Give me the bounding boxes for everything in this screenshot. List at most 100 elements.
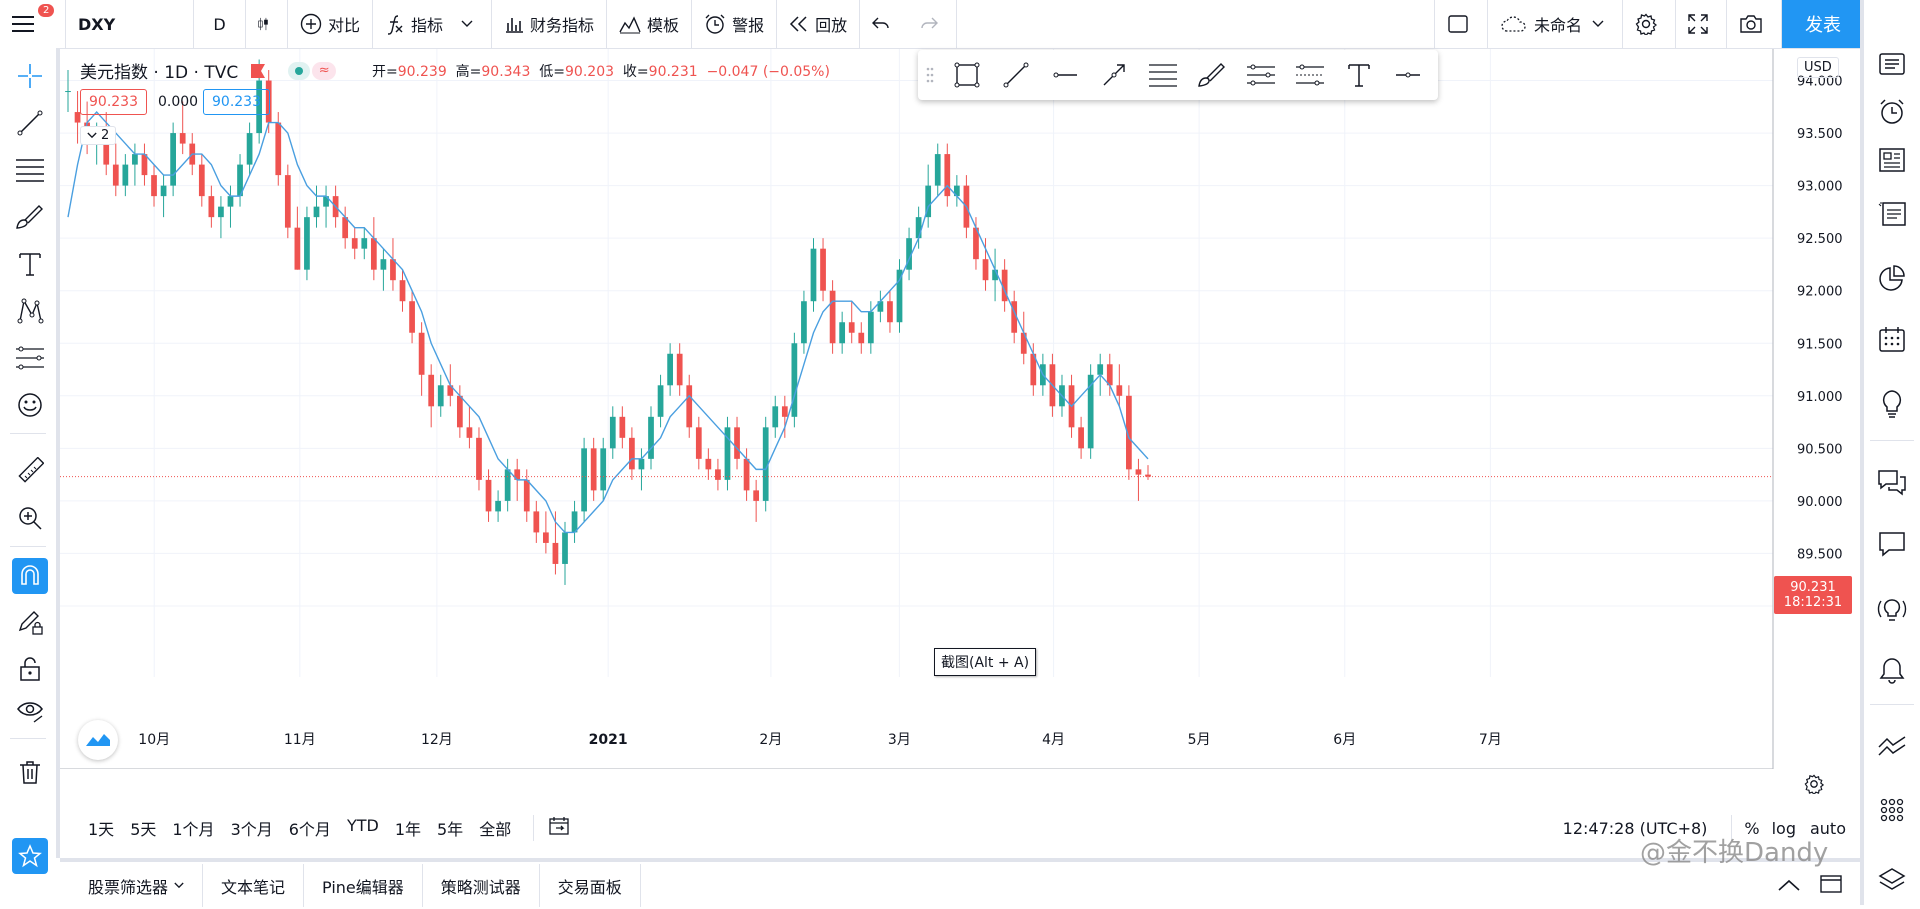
- data-window-button[interactable]: [1872, 258, 1912, 298]
- range-button[interactable]: 3个月: [231, 816, 273, 840]
- pattern-tool[interactable]: [14, 295, 46, 327]
- indicators-button[interactable]: 指标: [373, 0, 493, 48]
- chart-logo-button[interactable]: [78, 720, 118, 760]
- expand-panel-button[interactable]: [1778, 876, 1800, 895]
- dom-button[interactable]: [1872, 790, 1912, 830]
- alarm-clock-icon: [705, 14, 725, 34]
- candle-body: [657, 385, 664, 417]
- watchlist-button[interactable]: [1872, 44, 1912, 84]
- magnet-icon: [21, 565, 39, 585]
- range-button[interactable]: 1天: [88, 816, 114, 840]
- forecast-tool[interactable]: [14, 342, 46, 374]
- favorites-tool[interactable]: [12, 838, 48, 874]
- candle-body: [313, 206, 320, 218]
- news-button[interactable]: [1872, 140, 1912, 180]
- range-button[interactable]: YTD: [347, 816, 379, 840]
- tab-strategy-tester[interactable]: 策略测试器: [423, 864, 540, 907]
- menu-button[interactable]: 2: [0, 0, 66, 48]
- hide-drawings-tool[interactable]: [14, 695, 46, 727]
- public-chat-button[interactable]: [1872, 524, 1912, 564]
- buy-price-box[interactable]: 90.233: [203, 89, 270, 115]
- interval-button[interactable]: D: [194, 0, 246, 48]
- currency-label[interactable]: USD: [1797, 57, 1839, 78]
- time-tick-label: 3月: [888, 732, 911, 748]
- alert-button[interactable]: 警报: [692, 0, 778, 48]
- price-tick-label: 92.500: [1797, 232, 1843, 247]
- rewind-icon: [790, 16, 807, 32]
- delayed-badge[interactable]: ≈: [312, 61, 337, 80]
- time-axis[interactable]: 10月 11月 12月 2021 2月 3月 4月 5月 6月 7月: [138, 732, 1502, 748]
- range-button[interactable]: 6个月: [289, 816, 331, 840]
- financials-button[interactable]: 财务指标: [492, 0, 608, 48]
- undo-button[interactable]: [860, 0, 908, 48]
- alerts-button[interactable]: [1872, 92, 1912, 132]
- maximize-panel-button[interactable]: [1820, 874, 1842, 897]
- layout-name-button[interactable]: 未命名: [1488, 0, 1623, 48]
- arrow-tool[interactable]: [1089, 50, 1138, 100]
- trend-line-tool[interactable]: [14, 107, 46, 139]
- price-range-tool[interactable]: [1285, 50, 1334, 100]
- remove-drawings-tool[interactable]: [14, 756, 46, 788]
- time-axis-settings[interactable]: [1804, 774, 1825, 798]
- flag-icon[interactable]: [250, 63, 266, 79]
- zoom-tool[interactable]: [14, 502, 46, 534]
- legend-collapse-button[interactable]: 2: [80, 126, 117, 145]
- market-status-badge[interactable]: [288, 61, 311, 80]
- select-layout-button[interactable]: [1433, 0, 1488, 48]
- symbol-search-button[interactable]: DXY: [66, 0, 194, 48]
- lock-drawings-tool[interactable]: [14, 653, 46, 685]
- brush-tool[interactable]: [1187, 50, 1236, 100]
- snapshot-button[interactable]: [1727, 0, 1782, 48]
- replay-button[interactable]: 回放: [777, 0, 861, 48]
- text-tool[interactable]: [14, 248, 46, 280]
- range-button[interactable]: 5年: [437, 816, 463, 840]
- brush-icon: [16, 205, 43, 229]
- magnet-tool[interactable]: [12, 558, 48, 594]
- range-button[interactable]: 5天: [130, 816, 156, 840]
- series-legend[interactable]: 美元指数 · 1D · TVC ≈: [80, 58, 337, 83]
- horizontal-line-icon: [1395, 72, 1420, 78]
- chart-type-button[interactable]: [246, 0, 288, 48]
- ideas-stream-button[interactable]: [1872, 194, 1912, 234]
- icons-tool[interactable]: [14, 389, 46, 421]
- range-button[interactable]: 1个月: [172, 816, 214, 840]
- fib-tool[interactable]: [14, 154, 46, 186]
- redo-button[interactable]: [908, 0, 958, 48]
- rectangle-tool[interactable]: [942, 50, 991, 100]
- calendar-button[interactable]: [1872, 319, 1912, 359]
- horizontal-line-tool[interactable]: [1383, 50, 1432, 100]
- range-button[interactable]: 1年: [395, 816, 421, 840]
- layers-button[interactable]: [1872, 860, 1912, 900]
- tab-pine-editor[interactable]: Pine编辑器: [304, 864, 423, 907]
- range-button[interactable]: 全部: [479, 816, 511, 840]
- streams-button[interactable]: [1872, 590, 1912, 630]
- goto-date-button[interactable]: [548, 816, 570, 840]
- fullscreen-button[interactable]: [1676, 0, 1727, 48]
- publish-button[interactable]: 发表: [1782, 0, 1864, 48]
- series-title[interactable]: 美元指数 · 1D · TVC: [80, 58, 238, 83]
- measure-tool[interactable]: [14, 455, 46, 487]
- chats-button[interactable]: [1872, 462, 1912, 502]
- tab-trading-panel[interactable]: 交易面板: [540, 864, 641, 907]
- trading-button[interactable]: [1872, 726, 1912, 766]
- ray-tool[interactable]: [1040, 50, 1089, 100]
- ideas-button[interactable]: [1872, 384, 1912, 424]
- stay-in-drawing-mode-tool[interactable]: [14, 606, 46, 638]
- fib-retracement-tool[interactable]: [1138, 50, 1187, 100]
- settings-button[interactable]: [1623, 0, 1676, 48]
- trend-line-tool[interactable]: [991, 50, 1040, 100]
- chevron-down-icon: [87, 132, 97, 139]
- price-tick-label: 91.500: [1797, 337, 1843, 352]
- drag-handle[interactable]: [918, 50, 942, 100]
- tab-stock-screener[interactable]: 股票筛选器: [60, 864, 204, 907]
- templates-button[interactable]: 模板: [607, 0, 693, 48]
- text-tool[interactable]: [1334, 50, 1383, 100]
- brush-tool[interactable]: [14, 201, 46, 233]
- sell-price-box[interactable]: 90.233: [80, 89, 147, 115]
- forecast-tool[interactable]: [1236, 50, 1285, 100]
- price-axis[interactable]: 89.00089.50090.00090.50091.00091.50092.0…: [1797, 75, 1843, 615]
- notifications-button[interactable]: [1872, 650, 1912, 690]
- crosshair-tool[interactable]: [14, 60, 46, 92]
- compare-button[interactable]: 对比: [288, 0, 374, 48]
- tab-text-notes[interactable]: 文本笔记: [203, 864, 305, 907]
